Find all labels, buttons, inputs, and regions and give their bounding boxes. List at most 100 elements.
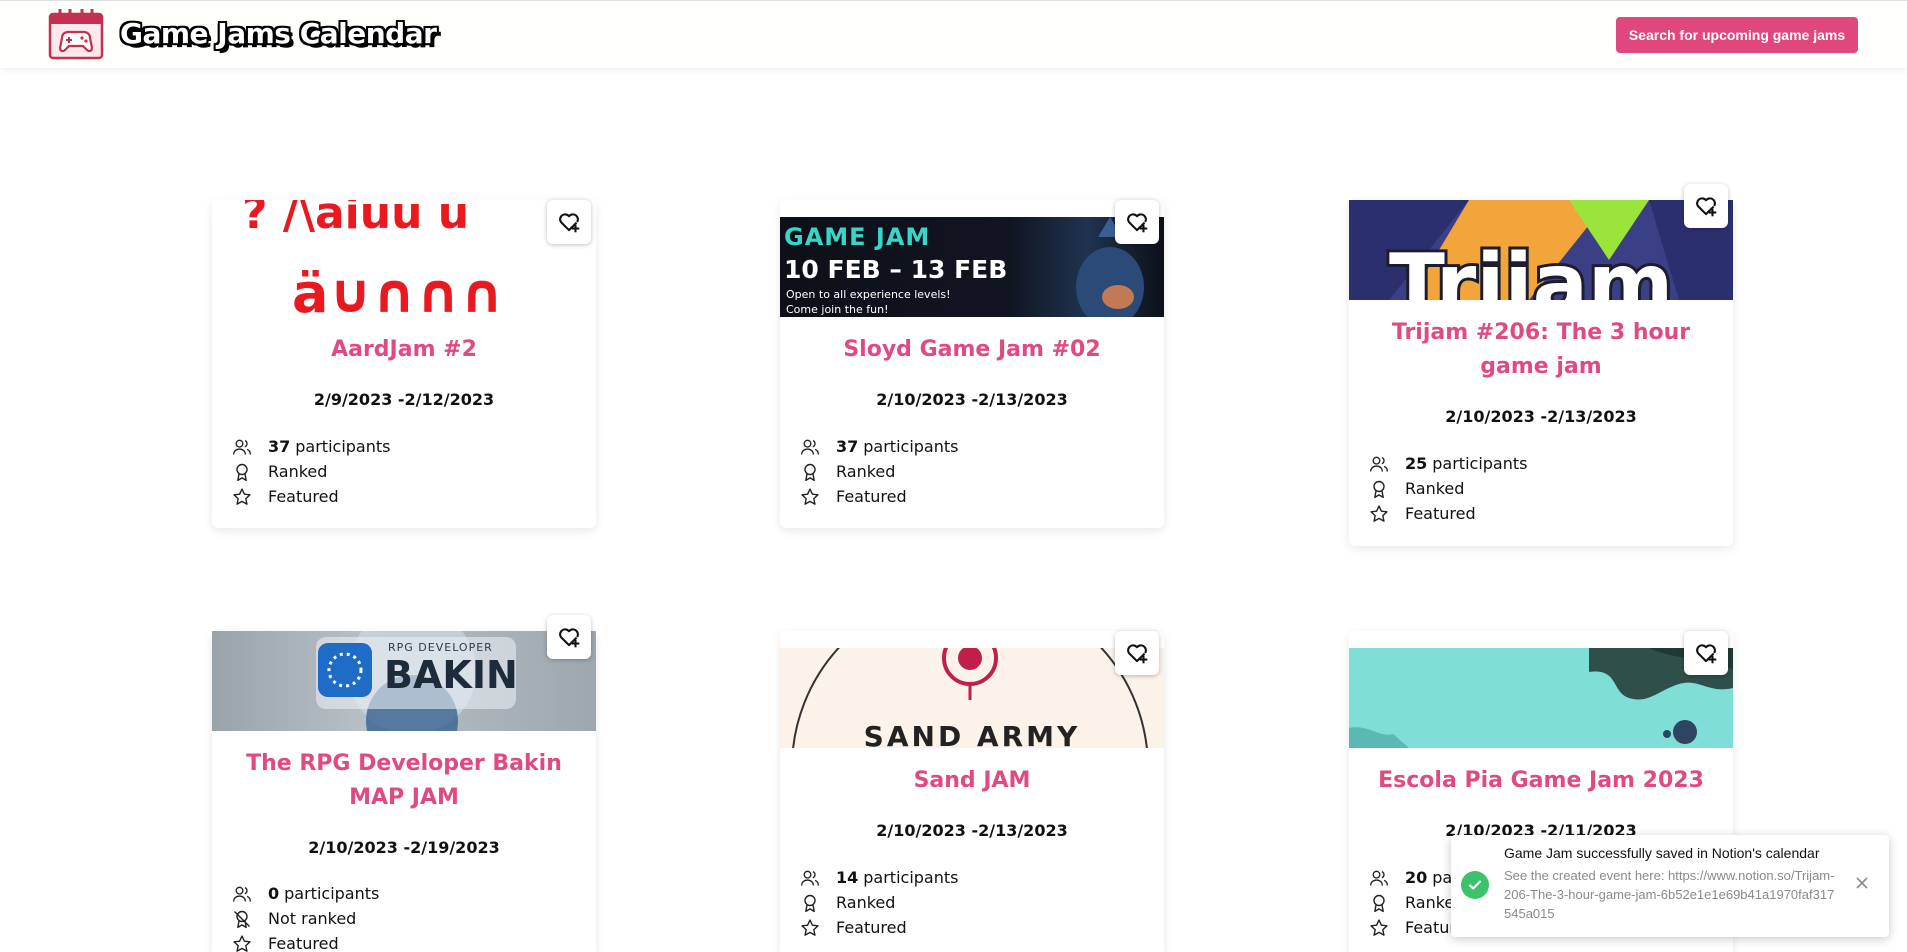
jam-card[interactable]: RPG DEVELOPER BAKIN The RPG Developer Ba… [212,615,596,952]
participants-count: 14 [836,868,859,887]
jam-dates: 2/10/2023 -2/19/2023 [308,838,500,857]
participants-count: 20 [1405,868,1428,887]
svg-text:ä∪∩∩∩: ä∪∩∩∩ [292,262,504,316]
award-icon [800,462,820,482]
award-icon [1369,479,1389,499]
award-icon [232,462,252,482]
success-toast: Game Jam successfully saved in Notion's … [1451,835,1889,937]
star-icon [800,918,820,938]
featured-label: Featured [836,918,907,937]
jam-info-list: 25 participants Ranked Featured [1369,451,1527,526]
jam-card[interactable]: SAND ARMY Sand JAM 2/10/2023 -2/13/2023 … [780,631,1164,952]
ranked-row: Ranked [1369,476,1527,501]
svg-text:Trijam: Trijam [1389,237,1673,300]
jam-info-list: 14 participants Ranked Featured [800,865,958,940]
jam-banner-image[interactable]: SAND ARMY [780,648,1164,748]
jam-dates: 2/10/2023 -2/13/2023 [1445,407,1637,426]
jam-title[interactable]: Trijam #206: The 3 hour game jam [1367,316,1715,384]
search-upcoming-jams-button[interactable]: Search for upcoming game jams [1616,17,1858,53]
add-favorite-heart-icon[interactable] [547,615,591,659]
award-off-icon [232,909,252,929]
brand-title[interactable]: Game Jams Calendar [120,17,437,50]
toast-title: Game Jam successfully saved in Notion's … [1504,845,1820,861]
participants-label: participants [284,884,380,903]
ranked-row: Not ranked [232,906,379,931]
participants-row: 25 participants [1369,451,1527,476]
jam-title[interactable]: Sloyd Game Jam #02 [798,333,1146,367]
award-icon [800,893,820,913]
jam-banner-image[interactable]: ? /\aiuu u ä∪∩∩∩ [212,200,596,316]
jam-banner-image[interactable]: Trijam [1349,200,1733,300]
participants-label: participants [1432,454,1528,473]
add-favorite-heart-icon[interactable] [1115,631,1159,675]
featured-row: Featured [800,484,958,509]
banner-heading: BAKIN [384,653,518,697]
jam-banner-image[interactable]: GAME JAM 10 FEB – 13 FEB Open to all exp… [780,217,1164,317]
featured-row: Featured [800,915,958,940]
participants-row: 37 participants [232,434,390,459]
featured-label: Featured [836,487,907,506]
ranked-label: Not ranked [268,909,357,928]
participants-row: 0 participants [232,881,379,906]
participants-count: 25 [1405,454,1428,473]
close-icon[interactable] [1854,875,1870,891]
jam-dates: 2/9/2023 -2/12/2023 [313,390,495,409]
star-icon [232,487,252,507]
ranked-row: Ranked [800,890,958,915]
featured-row: Featured [232,931,379,952]
jam-banner-image[interactable] [1349,648,1733,748]
participants-count: 37 [268,437,291,456]
ranked-row: Ranked [232,459,390,484]
jam-banner-image[interactable]: RPG DEVELOPER BAKIN [212,631,596,731]
star-icon [1369,918,1389,938]
award-icon [1369,893,1389,913]
users-icon [232,437,252,457]
featured-label: Featured [268,934,339,952]
users-icon [800,437,820,457]
calendar-gamepad-logo-icon[interactable] [48,8,104,60]
users-icon [800,868,820,888]
featured-row: Featured [232,484,390,509]
jam-info-list: 37 participants Ranked Featured [232,434,390,509]
participants-row: 14 participants [800,865,958,890]
check-circle-icon [1461,871,1489,899]
jam-dates: 2/10/2023 -2/13/2023 [876,821,1068,840]
ranked-label: Ranked [836,462,896,481]
banner-subtext: Come join the fun! [786,303,889,316]
users-icon [1369,454,1389,474]
jam-title[interactable]: Sand JAM [798,764,1146,798]
jam-title[interactable]: AardJam #2 [230,333,578,367]
jam-card[interactable]: GAME JAM 10 FEB – 13 FEB Open to all exp… [780,200,1164,528]
participants-label: participants [295,437,391,456]
jam-dates: 2/10/2023 -2/13/2023 [876,390,1068,409]
participants-label: participants [863,868,959,887]
users-icon [1369,868,1389,888]
star-icon [232,934,252,952]
participants-count: 0 [268,884,280,903]
add-favorite-heart-icon[interactable] [547,200,591,244]
star-icon [1369,504,1389,524]
add-favorite-heart-icon[interactable] [1115,200,1159,244]
jam-title[interactable]: The RPG Developer Bakin MAP JAM [230,747,578,815]
participants-row: 37 participants [800,434,958,459]
banner-heading: GAME JAM [784,223,931,251]
ranked-label: Ranked [836,893,896,912]
featured-row: Featured [1369,501,1527,526]
ranked-label: Ranked [268,462,328,481]
jam-title[interactable]: Escola Pia Game Jam 2023 [1367,764,1715,798]
jam-card[interactable]: ? /\aiuu u ä∪∩∩∩ AardJam #2 2/9/2023 -2/… [212,200,596,528]
featured-label: Featured [1405,504,1476,523]
ranked-row: Ranked [800,459,958,484]
banner-heading: SAND ARMY [863,720,1081,748]
ranked-label: Ranked [1405,479,1465,498]
jam-card[interactable]: Trijam Trijam #206: The 3 hour game jam … [1349,184,1733,546]
top-header: Game Jams Calendar Search for upcoming g… [0,0,1907,68]
toast-body[interactable]: See the created event here: https://www.… [1504,866,1839,923]
star-icon [800,487,820,507]
add-favorite-heart-icon[interactable] [1684,631,1728,675]
banner-subtext: Open to all experience levels! [786,288,951,301]
svg-text:? /\aiuu u: ? /\aiuu u [242,200,469,239]
featured-label: Featured [268,487,339,506]
add-favorite-heart-icon[interactable] [1684,184,1728,228]
jam-info-list: 37 participants Ranked Featured [800,434,958,509]
